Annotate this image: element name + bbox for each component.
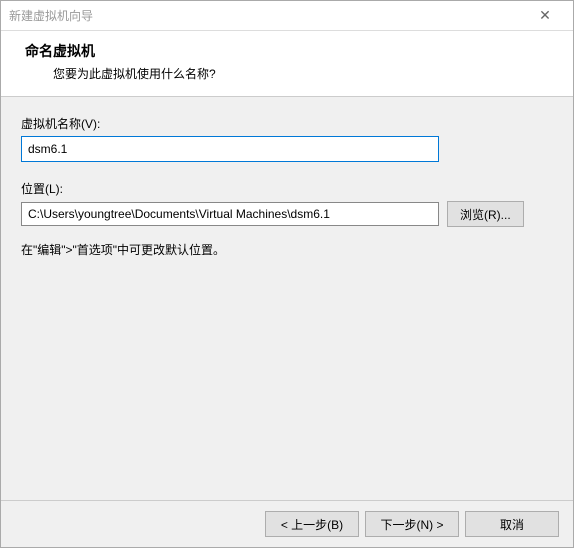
page-subtitle: 您要为此虚拟机使用什么名称?	[25, 65, 549, 82]
location-hint: 在"编辑">"首选项"中可更改默认位置。	[21, 241, 553, 258]
location-label: 位置(L):	[21, 180, 553, 197]
cancel-button[interactable]: 取消	[465, 511, 559, 537]
window-title: 新建虚拟机向导	[9, 7, 525, 24]
wizard-header: 命名虚拟机 您要为此虚拟机使用什么名称?	[1, 31, 573, 97]
close-icon[interactable]: ✕	[525, 7, 565, 24]
wizard-footer: < 上一步(B) 下一步(N) > 取消	[1, 500, 573, 547]
wizard-content: 虚拟机名称(V): 位置(L): 浏览(R)... 在"编辑">"首选项"中可更…	[1, 97, 573, 500]
browse-button[interactable]: 浏览(R)...	[447, 201, 524, 227]
vm-name-input[interactable]	[21, 136, 439, 162]
titlebar: 新建虚拟机向导 ✕	[1, 1, 573, 31]
location-input[interactable]	[21, 202, 439, 226]
vm-name-label: 虚拟机名称(V):	[21, 115, 553, 132]
back-button[interactable]: < 上一步(B)	[265, 511, 359, 537]
next-button[interactable]: 下一步(N) >	[365, 511, 459, 537]
page-title: 命名虚拟机	[25, 41, 549, 61]
